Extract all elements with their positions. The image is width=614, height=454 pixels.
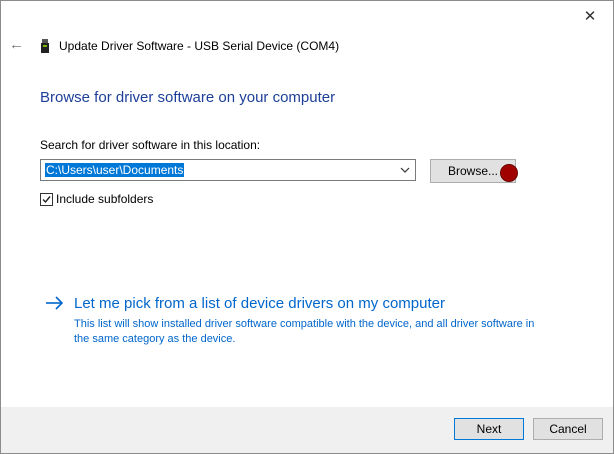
arrow-right-icon[interactable] (45, 295, 65, 311)
back-arrow-icon[interactable]: ← (9, 37, 25, 53)
close-icon: ✕ (583, 8, 597, 25)
page-heading: Browse for driver software on your compu… (40, 89, 336, 106)
path-input-value[interactable]: C:\Users\user\Documents (45, 163, 185, 177)
usb-device-icon (41, 39, 49, 53)
location-label: Search for driver software in this locat… (40, 138, 261, 152)
path-combobox[interactable]: C:\Users\user\Documents (40, 159, 416, 181)
footer-bar: Next Cancel (1, 407, 613, 453)
cancel-button[interactable]: Cancel (533, 418, 603, 440)
close-button[interactable]: ✕ (567, 1, 613, 31)
window-title: Update Driver Software - USB Serial Devi… (59, 39, 340, 53)
next-button[interactable]: Next (454, 418, 524, 440)
click-marker (500, 164, 518, 182)
checkmark-icon (42, 196, 51, 204)
driver-wizard-window: ✕ ← Update Driver Software - USB Serial … (0, 0, 614, 454)
pick-from-list-description: This list will show installed driver sof… (74, 318, 535, 345)
pick-from-list-link[interactable]: Let me pick from a list of device driver… (74, 295, 445, 312)
include-subfolders-checkbox[interactable] (40, 193, 53, 206)
chevron-down-icon[interactable] (398, 163, 412, 177)
include-subfolders-label[interactable]: Include subfolders (56, 192, 153, 206)
